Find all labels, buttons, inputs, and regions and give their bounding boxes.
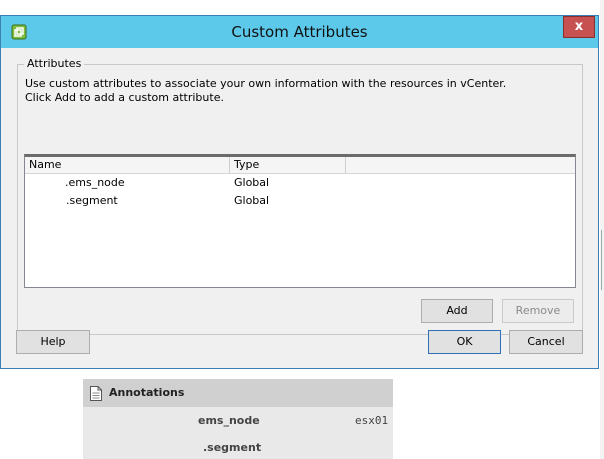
list-item[interactable]: .segment Global bbox=[25, 192, 575, 210]
annotation-key: .segment bbox=[203, 441, 262, 454]
annotations-panel: Annotations ems_node esx01 .segment bbox=[83, 379, 393, 459]
close-button[interactable]: x bbox=[563, 16, 595, 38]
custom-attributes-dialog: Custom Attributes x Attributes Use custo… bbox=[0, 15, 599, 369]
dialog-titlebar[interactable]: Custom Attributes x bbox=[1, 16, 598, 48]
dialog-description: Use custom attributes to associate your … bbox=[25, 77, 575, 105]
attributes-group: Attributes Use custom attributes to asso… bbox=[17, 57, 583, 335]
attributes-group-label: Attributes bbox=[24, 57, 85, 70]
list-item[interactable]: .ems_node Global bbox=[25, 174, 575, 192]
column-header-type[interactable]: Type bbox=[230, 157, 346, 173]
column-header-name[interactable]: Name bbox=[25, 157, 230, 173]
cancel-button[interactable]: Cancel bbox=[509, 330, 583, 354]
attribute-name: .ems_node bbox=[65, 176, 125, 189]
annotations-header[interactable]: Annotations bbox=[83, 379, 393, 407]
annotation-key: ems_node bbox=[198, 414, 260, 427]
dialog-title: Custom Attributes bbox=[231, 23, 368, 41]
attributes-list[interactable]: Name Type .ems_node Global .segment Glob… bbox=[24, 154, 576, 288]
attribute-type: Global bbox=[234, 194, 270, 207]
help-button[interactable]: Help bbox=[16, 330, 90, 354]
attribute-name: .segment bbox=[66, 194, 118, 207]
ok-button[interactable]: OK bbox=[428, 330, 501, 354]
remove-button[interactable]: Remove bbox=[502, 299, 574, 323]
annotation-value[interactable]: esx01 bbox=[355, 414, 388, 427]
add-button[interactable]: Add bbox=[421, 299, 493, 323]
annotations-title: Annotations bbox=[109, 386, 185, 399]
column-header-empty[interactable] bbox=[346, 157, 575, 173]
list-header: Name Type bbox=[25, 157, 575, 174]
attribute-type: Global bbox=[234, 176, 270, 189]
description-line-2: Click Add to add a custom attribute. bbox=[25, 91, 224, 104]
description-line-1: Use custom attributes to associate your … bbox=[25, 77, 507, 90]
document-icon bbox=[90, 386, 102, 401]
background-divider bbox=[601, 230, 602, 290]
